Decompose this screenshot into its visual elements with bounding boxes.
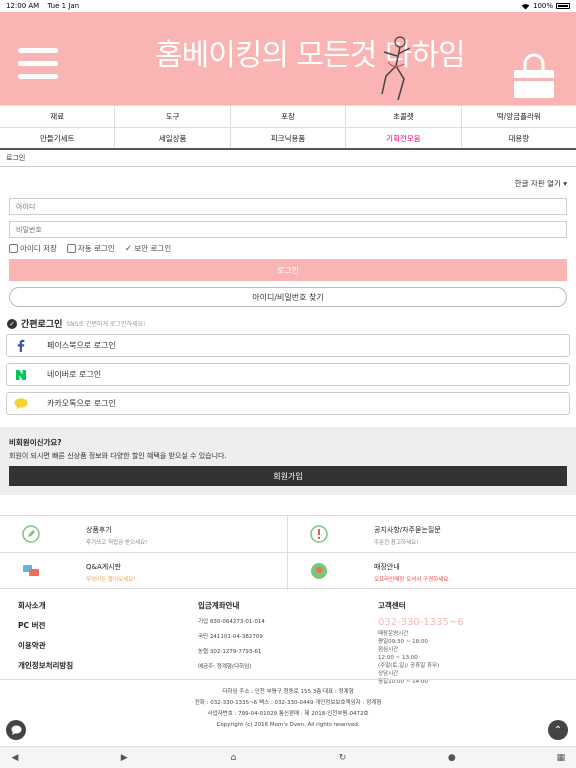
footer-link-pc[interactable]: PC 버전 — [18, 620, 73, 631]
naver-login-button[interactable]: 네이버로 로그인 — [6, 363, 570, 386]
site-logo[interactable]: 홈베이킹의 모든것 다하임 — [155, 30, 466, 74]
category-item[interactable]: 피크닉용품 — [231, 128, 347, 148]
keyboard-toggle-link[interactable]: 한글 자판 열기 ▾ — [515, 178, 567, 189]
chat-icon — [11, 725, 21, 735]
quick-link-notice[interactable]: 공지사항/자주묻는질문 주문전 참고하세요! — [288, 516, 576, 553]
footer-link-about[interactable]: 회사소개 — [18, 600, 73, 611]
menu-icon[interactable] — [18, 48, 58, 82]
home-icon[interactable]: ⌂ — [226, 751, 240, 765]
kakao-icon — [14, 397, 28, 409]
pencil-icon — [22, 525, 40, 543]
breadcrumb: 로그인 — [6, 154, 26, 162]
location-icon — [311, 563, 327, 579]
shopping-bag-icon[interactable] — [510, 52, 558, 100]
category-row-2: 만들기세트 세일상품 피크닉용품 기획전모음 대용량 — [0, 128, 576, 150]
divider — [0, 166, 576, 167]
auto-login-checkbox[interactable]: 자동 로그인 — [66, 243, 115, 254]
id-input[interactable] — [9, 198, 567, 215]
category-item[interactable]: 대용량 — [462, 128, 576, 148]
browser-toolbar: ◀ ▶ ⌂ ↻ ● ▦ — [0, 746, 576, 768]
talk-icon[interactable]: ● — [445, 751, 459, 765]
simple-login-heading: ✓ 간편로그인 SNS로 간편하게 로그인하세요! — [7, 317, 145, 330]
status-date: Tue 1 Jan — [47, 2, 80, 10]
customer-center: 고객센터 032-330-1335~6 매장운영시간 평일09:30 ~ 18:… — [378, 601, 464, 685]
grid-icon[interactable]: ▦ — [554, 751, 568, 765]
facebook-icon — [17, 339, 25, 352]
logo-figure-icon — [381, 36, 411, 101]
category-item[interactable]: 기획전모음 — [346, 128, 462, 148]
battery-icon — [556, 3, 570, 9]
category-nav: 재료 도구 포장 초콜렛 떡/앙금플라워 만들기세트 세일상품 피크닉용품 기획전모음 대용량 — [0, 105, 576, 150]
chevron-up-icon: ⌃ — [553, 724, 563, 736]
secure-login-toggle[interactable]: ✓ 보안 로그인 — [125, 243, 171, 254]
category-item[interactable]: 초콜렛 — [346, 106, 462, 127]
chat-button[interactable] — [6, 720, 26, 740]
login-button[interactable]: 로그인 — [9, 259, 567, 281]
header-banner: 홈베이킹의 모든것 다하임 — [0, 12, 576, 105]
footer-links: 회사소개 PC 버전 이용약관 개인정보처리방침 — [18, 600, 73, 680]
footer-link-terms[interactable]: 이용약관 — [18, 640, 73, 651]
password-input[interactable] — [9, 221, 567, 238]
cs-phone[interactable]: 032-330-1335~6 — [378, 617, 464, 628]
exclamation-icon — [310, 525, 328, 543]
wifi-icon — [521, 3, 530, 10]
join-button[interactable]: 회원가입 — [9, 466, 567, 486]
divider — [0, 679, 576, 680]
company-info: 다하임 주소 : 인천 부평구 청동로 155 3층 대표 : 정계형 전화 :… — [194, 689, 382, 728]
battery-percent: 100% — [532, 2, 553, 10]
category-item[interactable]: 세일상품 — [115, 128, 231, 148]
quick-links: 상품후기 후기쓰고 적립금 받으세요! 공지사항/자주묻는질문 주문전 참고하세… — [0, 515, 576, 590]
non-member-description: 회원이 되시면 빠른 신상품 정보와 다양한 할인 혜택을 받으실 수 있습니다… — [9, 452, 227, 460]
chat-bubbles-icon — [23, 565, 39, 576]
kakao-login-button[interactable]: 카카오톡으로 로그인 — [6, 392, 570, 415]
category-item[interactable]: 떡/앙금플라워 — [462, 106, 576, 127]
quick-link-review[interactable]: 상품후기 후기쓰고 적립금 받으세요! — [0, 516, 288, 553]
back-icon[interactable]: ◀ — [8, 751, 22, 765]
check-circle-icon: ✓ — [7, 318, 17, 329]
non-member-question: 비회원이신가요? — [9, 438, 62, 447]
category-item[interactable]: 만들기세트 — [0, 128, 116, 148]
refresh-icon[interactable]: ↻ — [336, 751, 350, 765]
category-item[interactable]: 포장 — [231, 106, 347, 127]
quick-link-qna[interactable]: Q&A게시판 무엇이든 물어보세요! — [0, 553, 288, 590]
save-id-checkbox[interactable]: 아이디 저장 — [9, 243, 57, 254]
category-item[interactable]: 재료 — [0, 106, 116, 127]
status-bar: 12:00 AM Tue 1 Jan 100% — [0, 0, 576, 12]
find-account-button[interactable]: 아이디/비밀번호 찾기 — [9, 287, 567, 307]
scroll-top-button[interactable]: ⌃ — [548, 720, 568, 740]
login-options: 아이디 저장 자동 로그인 ✓ 보안 로그인 — [9, 243, 171, 254]
naver-icon — [16, 369, 26, 380]
facebook-login-button[interactable]: 페이스북으로 로그인 — [6, 334, 570, 357]
quick-link-store[interactable]: 매장안내 오프라인매장 오셔서 구경하세요. — [288, 553, 576, 590]
bank-info: 입금계좌안내 기업 630-064273-01-014 국민 241101-04… — [198, 601, 265, 670]
footer-link-privacy[interactable]: 개인정보처리방침 — [18, 660, 73, 671]
status-time: 12:00 AM — [6, 2, 40, 10]
category-row-1: 재료 도구 포장 초콜렛 떡/앙금플라워 — [0, 106, 576, 128]
forward-icon[interactable]: ▶ — [117, 751, 131, 765]
check-icon: ✓ — [124, 243, 133, 254]
category-item[interactable]: 도구 — [115, 106, 231, 127]
non-member-section: 비회원이신가요? 회원이 되시면 빠른 신상품 정보와 다양한 할인 혜택을 받… — [0, 427, 576, 495]
